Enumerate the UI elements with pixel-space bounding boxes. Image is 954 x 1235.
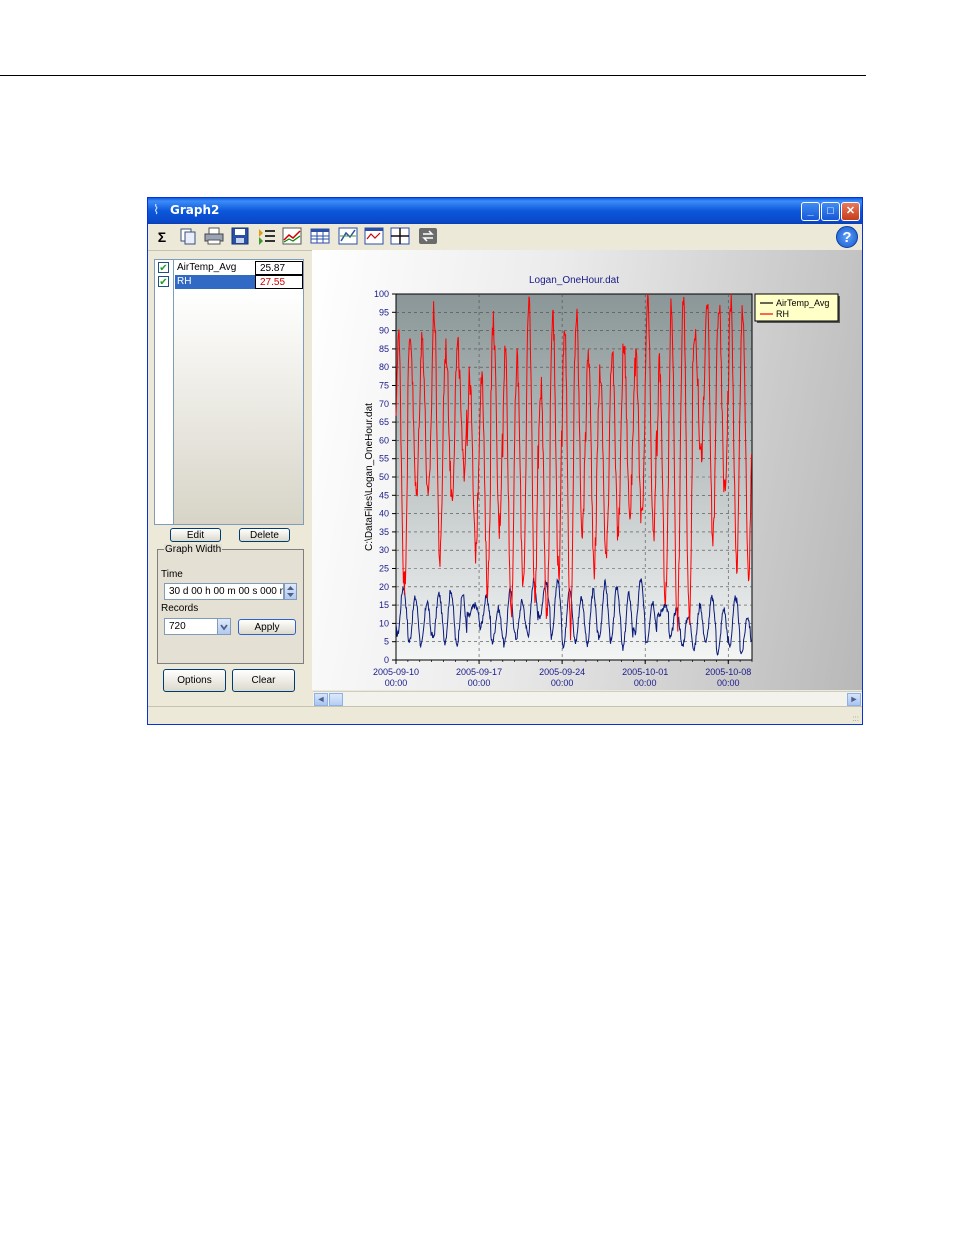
trace-list: ✔ ✔ AirTemp_Avg 25.87 RH 27.55	[154, 259, 304, 525]
records-select[interactable]: 720	[164, 618, 218, 635]
x-tick-time-label: 00:00	[551, 678, 574, 688]
crosshair-icon[interactable]	[390, 227, 410, 247]
trace-name-airtemp[interactable]: AirTemp_Avg	[175, 261, 255, 275]
y-tick-label: 95	[379, 307, 389, 317]
maximize-button[interactable]: □	[821, 202, 840, 221]
scroll-thumb[interactable]	[329, 693, 343, 706]
apply-button[interactable]: Apply	[238, 619, 296, 635]
y-tick-label: 25	[379, 564, 389, 574]
scroll-left-arrow[interactable]: ◄	[314, 693, 328, 706]
table-icon[interactable]	[310, 227, 330, 247]
y-tick-label: 20	[379, 582, 389, 592]
trace-value-airtemp: 25.87	[255, 261, 303, 275]
legend-entry: AirTemp_Avg	[776, 298, 829, 308]
trace-name-rh[interactable]: RH	[175, 275, 255, 289]
time-label: Time	[161, 569, 183, 580]
graph-window: ⌇ Graph2 _ □ ✕ Σ ? ✔ ✔ AirTemp_Avg 25.87…	[147, 197, 863, 725]
chart-options-icon[interactable]	[282, 227, 302, 247]
y-tick-label: 45	[379, 490, 389, 500]
print-icon[interactable]	[204, 227, 224, 247]
y-tick-label: 75	[379, 381, 389, 391]
x-tick-time-label: 00:00	[717, 678, 740, 688]
trace-check-column	[155, 260, 174, 524]
records-label: Records	[161, 603, 199, 614]
trace-value-rh: 27.55	[255, 275, 303, 289]
status-bar: :::	[148, 706, 862, 724]
y-tick-label: 40	[379, 509, 389, 519]
zoom-icon[interactable]	[364, 227, 384, 247]
page-rule	[0, 75, 866, 76]
y-tick-label: 55	[379, 454, 389, 464]
y-tick-label: 30	[379, 545, 389, 555]
trace-checkbox-airtemp[interactable]: ✔	[158, 262, 169, 274]
toolbar: Σ ?	[148, 224, 862, 251]
line-chart[interactable]: 0 5 10 15 20 25 30 35 40 45 50 55 60 65 70 75 80 85 90 95 10…	[312, 250, 862, 690]
scale-icon[interactable]	[338, 227, 358, 247]
y-axis-label: C:\DataFiles\Logan_OneHour.dat	[364, 403, 375, 551]
x-tick-label: 2005-09-24	[539, 667, 585, 677]
x-tick-label: 2005-10-08	[705, 667, 751, 677]
resize-grip-icon[interactable]: :::	[852, 714, 859, 723]
x-tick-label: 2005-09-10	[373, 667, 419, 677]
options-button[interactable]: Options	[163, 669, 226, 692]
refresh-icon[interactable]	[418, 227, 438, 247]
x-tick-label: 2005-10-01	[622, 667, 668, 677]
records-dropdown-icon[interactable]	[217, 618, 231, 635]
y-tick-label: 60	[379, 435, 389, 445]
y-tick-label: 15	[379, 600, 389, 610]
chart-title: Logan_OneHour.dat	[529, 275, 619, 286]
x-tick-time-label: 00:00	[385, 678, 408, 688]
graph-pane: 0 5 10 15 20 25 30 35 40 45 50 55 60 65 70 75 80 85 90 95 10…	[312, 250, 862, 690]
y-tick-label: 35	[379, 527, 389, 537]
trace-list-icon[interactable]	[256, 227, 276, 247]
graph-app-icon: ⌇	[153, 202, 160, 217]
y-tick-label: 85	[379, 344, 389, 354]
y-tick-label: 100	[374, 289, 389, 299]
time-spinner[interactable]	[284, 583, 297, 600]
minimize-button[interactable]: _	[801, 202, 820, 221]
x-tick-time-label: 00:00	[468, 678, 491, 688]
edit-button[interactable]: Edit	[170, 528, 221, 542]
help-button[interactable]: ?	[836, 226, 858, 248]
trace-checkbox-rh[interactable]: ✔	[158, 276, 169, 288]
time-input[interactable]: 30 d 00 h 00 m 00 s 000 m	[164, 583, 284, 600]
save-icon[interactable]	[230, 227, 250, 247]
clear-button[interactable]: Clear	[232, 669, 295, 692]
window-title: Graph2	[170, 203, 220, 217]
y-tick-label: 90	[379, 326, 389, 336]
graph-width-title: Graph Width	[164, 544, 223, 555]
x-tick-time-label: 00:00	[634, 678, 657, 688]
y-tick-label: 50	[379, 472, 389, 482]
y-tick-label: 5	[384, 637, 389, 647]
title-bar[interactable]: ⌇ Graph2 _ □ ✕	[148, 198, 862, 224]
delete-button[interactable]: Delete	[239, 528, 290, 542]
legend-entry: RH	[776, 309, 789, 319]
trace-list-empty-area	[174, 290, 303, 524]
y-tick-label: 80	[379, 362, 389, 372]
horizontal-scrollbar[interactable]: ◄ ►	[313, 691, 862, 707]
sum-icon[interactable]: Σ	[152, 227, 172, 247]
y-tick-label: 70	[379, 399, 389, 409]
y-tick-label: 10	[379, 618, 389, 628]
close-button[interactable]: ✕	[841, 202, 860, 221]
scroll-right-arrow[interactable]: ►	[847, 693, 861, 706]
graph-width-group: Graph Width Time 30 d 00 h 00 m 00 s 000…	[157, 544, 304, 664]
y-tick-label: 65	[379, 417, 389, 427]
copy-icon[interactable]	[178, 227, 198, 247]
y-tick-label: 0	[384, 655, 389, 665]
x-tick-label: 2005-09-17	[456, 667, 502, 677]
